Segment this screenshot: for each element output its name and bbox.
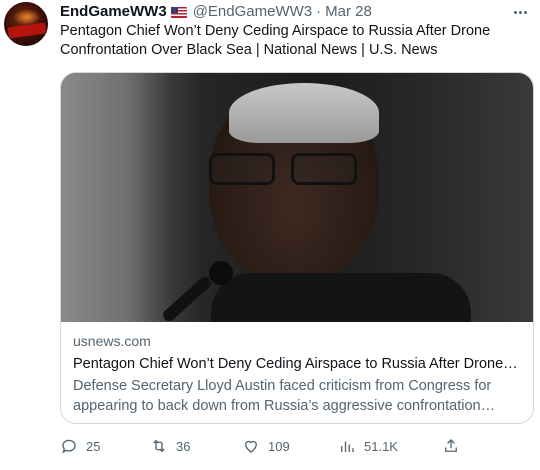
- image-microphone: [209, 261, 233, 285]
- more-options-icon[interactable]: [510, 2, 530, 22]
- retweet-count: 36: [176, 438, 191, 454]
- image-person-suit: [211, 273, 471, 322]
- analytics-icon: [341, 441, 354, 452]
- image-person-hair: [229, 83, 379, 143]
- tweet-date[interactable]: Mar 28: [325, 2, 372, 22]
- card-domain: usnews.com: [73, 333, 151, 349]
- separator-dot: ·: [316, 3, 322, 20]
- reply-button[interactable]: 25: [60, 436, 100, 456]
- share-icon: [445, 439, 457, 452]
- tweet[interactable]: EndGameWW3 @EndGameWW3 · Mar 28 Pentagon…: [0, 0, 540, 470]
- card-image[interactable]: [61, 73, 533, 322]
- retweet-icon: [153, 439, 165, 453]
- tweet-text: Pentagon Chief Won’t Deny Ceding Airspac…: [60, 23, 491, 58]
- card-body: usnews.com Pentagon Chief Won’t Deny Ced…: [61, 322, 533, 416]
- reply-count: 25: [86, 438, 101, 454]
- display-name[interactable]: EndGameWW3: [60, 2, 167, 22]
- card-description: Defense Secretary Lloyd Austin faced cri…: [73, 378, 492, 414]
- avatar[interactable]: [4, 2, 48, 46]
- reply-icon: [62, 439, 76, 454]
- image-glasses: [199, 153, 369, 187]
- heart-icon: [245, 440, 257, 453]
- view-count: 51.1K: [364, 438, 398, 454]
- like-count: 109: [268, 438, 290, 454]
- share-button[interactable]: [442, 436, 460, 456]
- tweet-header: EndGameWW3 @EndGameWW3 · Mar 28: [60, 2, 540, 22]
- retweet-button[interactable]: 36: [150, 436, 190, 456]
- link-card[interactable]: usnews.com Pentagon Chief Won’t Deny Ced…: [60, 72, 534, 424]
- like-button[interactable]: 109: [242, 436, 290, 456]
- us-flag-icon: [170, 6, 187, 18]
- views-button[interactable]: 51.1K: [338, 436, 398, 456]
- user-handle[interactable]: @EndGameWW3: [193, 2, 312, 22]
- image-background-wall: [61, 73, 171, 322]
- card-title[interactable]: Pentagon Chief Won’t Deny Ceding Airspac…: [73, 354, 521, 374]
- action-bar: 25 36 109 51.1K: [60, 436, 534, 456]
